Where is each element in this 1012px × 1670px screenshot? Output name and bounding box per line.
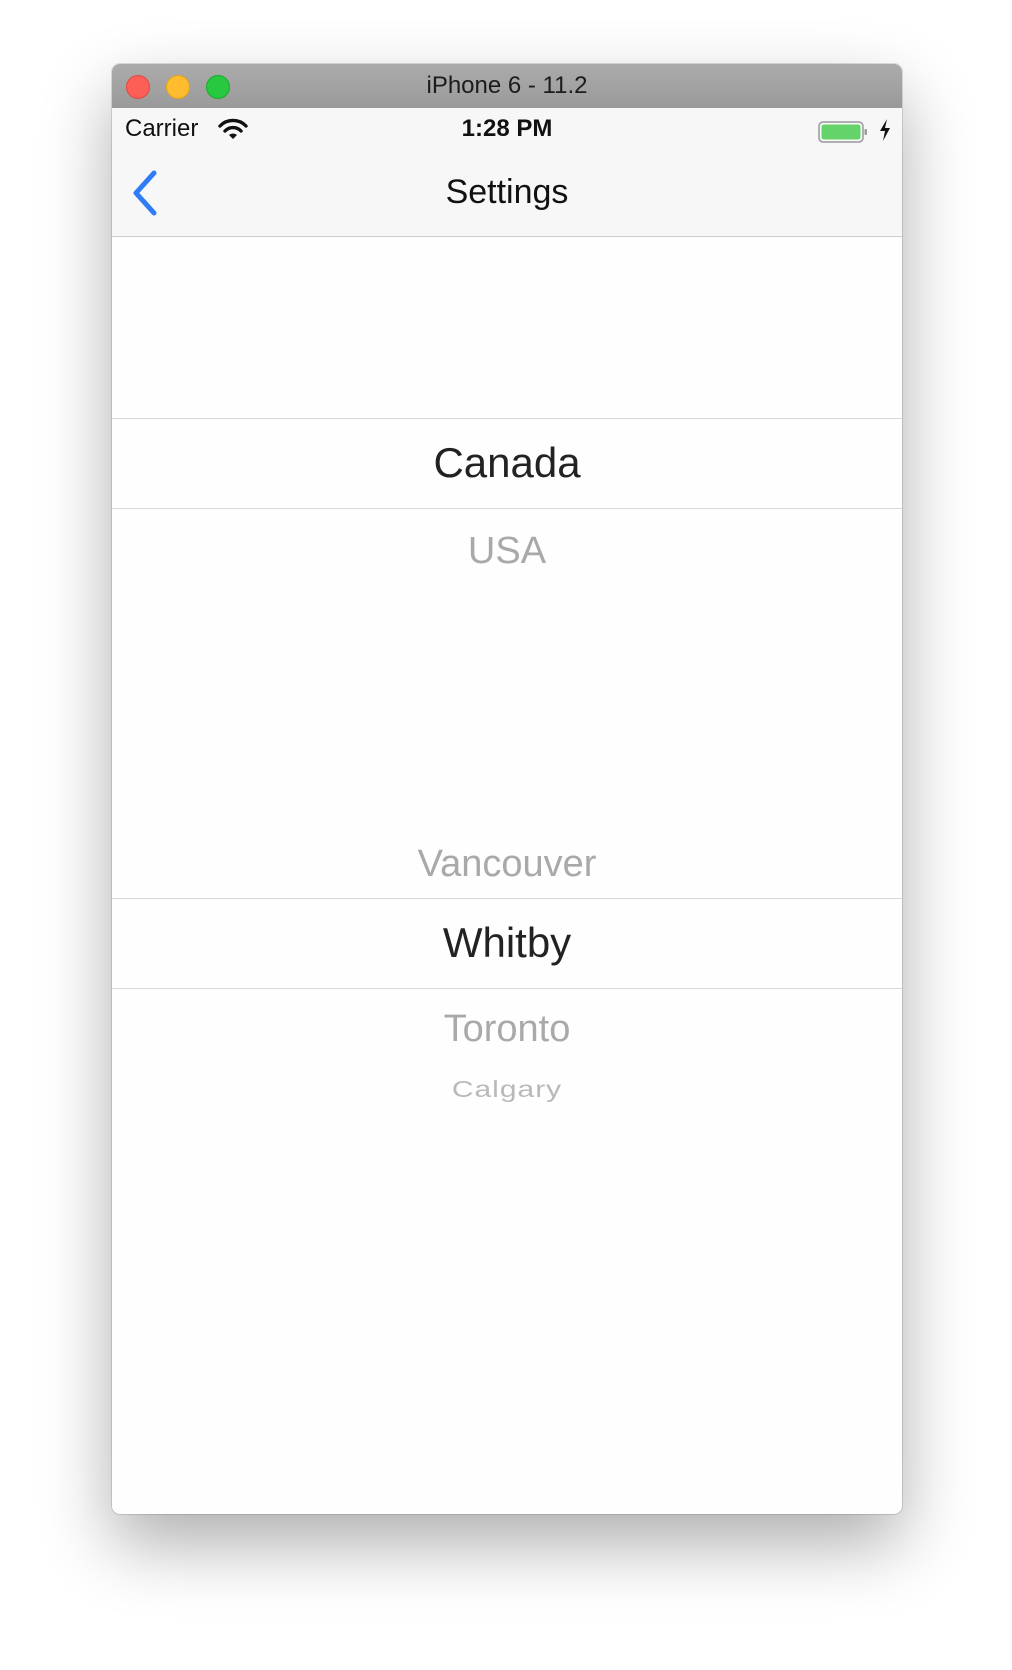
battery-icon bbox=[818, 120, 874, 144]
navigation-bar: Settings bbox=[112, 148, 902, 237]
status-time: 1:28 PM bbox=[461, 115, 553, 142]
page-title: Settings bbox=[445, 173, 569, 211]
window-title: iPhone 6 - 11.2 bbox=[426, 72, 588, 99]
charging-bolt-icon bbox=[878, 118, 892, 142]
picker-option-canada[interactable]: Canada bbox=[112, 418, 902, 508]
simulator-window: iPhone 6 - 11.2 Carrier 1:28 PM Settings… bbox=[112, 64, 902, 1514]
picker-option-whitby[interactable]: Whitby bbox=[112, 898, 902, 988]
picker-option-toronto[interactable]: Toronto bbox=[112, 994, 902, 1064]
picker-option-vancouver[interactable]: Vancouver bbox=[112, 834, 902, 894]
window-titlebar: iPhone 6 - 11.2 bbox=[112, 64, 902, 109]
picker-selection-bottom-line bbox=[112, 508, 902, 509]
city-picker[interactable]: Vancouver Whitby Toronto Calgary bbox=[112, 843, 902, 1174]
picker-selection-bottom-line bbox=[112, 988, 902, 989]
picker-option-usa[interactable]: USA bbox=[112, 516, 902, 586]
country-picker[interactable]: Canada USA bbox=[112, 236, 902, 606]
picker-option-calgary[interactable]: Calgary bbox=[112, 1067, 902, 1114]
status-bar: Carrier 1:28 PM bbox=[112, 108, 902, 148]
